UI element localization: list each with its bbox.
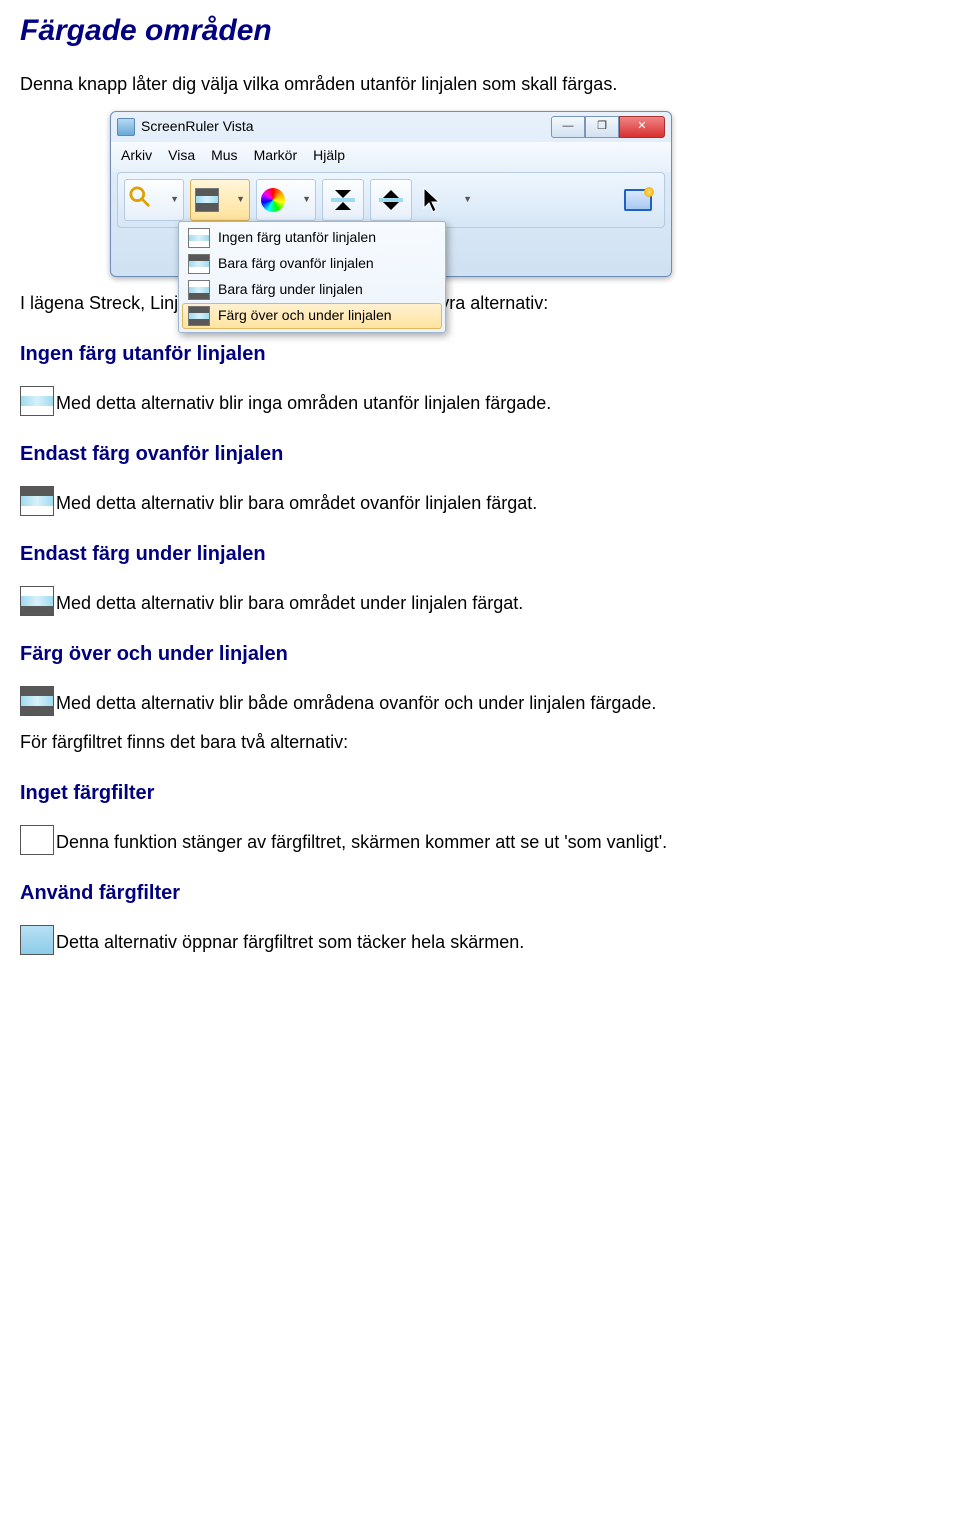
arrows-in-button[interactable] — [322, 179, 364, 221]
page-title: Färgade områden — [20, 10, 940, 52]
toolbar: ▼ ▼ ▼ ▼ — [117, 172, 665, 228]
section-text: Med detta alternativ blir inga områden u… — [56, 391, 551, 416]
app-window: ScreenRuler Vista — ❐ ✕ Arkiv Visa Mus M… — [110, 111, 672, 277]
section-text: Med detta alternativ blir bara området u… — [56, 591, 523, 616]
plain-white-icon — [20, 825, 54, 855]
chevron-down-icon: ▼ — [463, 193, 472, 206]
dropdown-item[interactable]: Bara färg ovanför linjalen — [182, 251, 442, 277]
stripe-icon — [188, 306, 210, 326]
menu-item[interactable]: Mus — [211, 146, 237, 166]
stripe-icon — [188, 254, 210, 274]
intro-text: Denna knapp låter dig välja vilka område… — [20, 72, 940, 97]
chevron-down-icon: ▼ — [170, 193, 179, 206]
section-heading: Färg över och under linjalen — [20, 640, 940, 668]
stripe-icon — [20, 586, 54, 616]
section-text: Detta alternativ öppnar färgfiltret som … — [56, 930, 524, 955]
stripe-icon — [195, 188, 219, 212]
titlebar: ScreenRuler Vista — ❐ ✕ — [111, 112, 671, 142]
minimize-button[interactable]: — — [551, 116, 585, 138]
maximize-button[interactable]: ❐ — [585, 116, 619, 138]
menu-item[interactable]: Markör — [254, 146, 298, 166]
after-screenshot-text: I lägena Streck, Linjal och Förstoringsl… — [20, 291, 940, 316]
dropdown-item[interactable]: Bara färg under linjalen — [182, 277, 442, 303]
dropdown-item-label: Ingen färg utanför linjalen — [218, 228, 376, 248]
monitor-button[interactable] — [618, 180, 658, 220]
arrows-in-icon — [331, 190, 355, 210]
menu-item[interactable]: Hjälp — [313, 146, 345, 166]
dropdown-item-label: Bara färg ovanför linjalen — [218, 254, 374, 274]
dropdown-item[interactable]: Färg över och under linjalen — [182, 303, 442, 329]
section-heading: Endast färg under linjalen — [20, 540, 940, 568]
section-heading: Använd färgfilter — [20, 879, 940, 907]
section-text: Med detta alternativ blir bara området o… — [56, 491, 537, 516]
cursor-button[interactable]: ▼ — [418, 180, 476, 220]
menubar: Arkiv Visa Mus Markör Hjälp — [111, 142, 671, 172]
section-text: Med detta alternativ blir både områdena … — [56, 691, 656, 716]
section-row: Denna funktion stänger av färgfiltret, s… — [20, 825, 940, 855]
dropdown-item-label: Färg över och under linjalen — [218, 306, 392, 326]
cursor-icon — [422, 186, 442, 214]
dropdown-item[interactable]: Ingen färg utanför linjalen — [182, 225, 442, 251]
color-wheel-button[interactable]: ▼ — [256, 179, 316, 221]
color-areas-button[interactable]: ▼ — [190, 179, 250, 221]
close-button[interactable]: ✕ — [619, 116, 665, 138]
dropdown-item-label: Bara färg under linjalen — [218, 280, 363, 300]
arrows-out-icon — [379, 190, 403, 210]
app-icon — [117, 118, 135, 136]
color-wheel-icon — [261, 188, 285, 212]
stripe-icon — [188, 228, 210, 248]
menu-item[interactable]: Arkiv — [121, 146, 152, 166]
section-row: Med detta alternativ blir både områdena … — [20, 686, 940, 716]
stripe-icon — [20, 486, 54, 516]
stripe-icon — [188, 280, 210, 300]
section-text: Denna funktion stänger av färgfiltret, s… — [56, 830, 667, 855]
section-heading: Inget färgfilter — [20, 779, 940, 807]
section-row: Detta alternativ öppnar färgfiltret som … — [20, 925, 940, 955]
menu-item[interactable]: Visa — [168, 146, 195, 166]
stripe-icon — [20, 686, 54, 716]
monitor-icon — [624, 189, 652, 211]
arrows-out-button[interactable] — [370, 179, 412, 221]
dropdown-menu: Ingen färg utanför linjalen Bara färg ov… — [178, 221, 446, 333]
section-row: Med detta alternativ blir bara området u… — [20, 586, 940, 616]
stripe-icon — [20, 386, 54, 416]
section-heading: Ingen färg utanför linjalen — [20, 340, 940, 368]
section-row: Med detta alternativ blir bara området o… — [20, 486, 940, 516]
magnifier-button[interactable]: ▼ — [124, 179, 184, 221]
section-row: Med detta alternativ blir inga områden u… — [20, 386, 940, 416]
plain-blue-icon — [20, 925, 54, 955]
section-heading: Endast färg ovanför linjalen — [20, 440, 940, 468]
magnifier-icon — [129, 186, 151, 214]
window-title: ScreenRuler Vista — [141, 117, 551, 137]
chevron-down-icon: ▼ — [236, 193, 245, 206]
filter-intro: För färgfiltret finns det bara två alter… — [20, 730, 940, 755]
chevron-down-icon: ▼ — [302, 193, 311, 206]
